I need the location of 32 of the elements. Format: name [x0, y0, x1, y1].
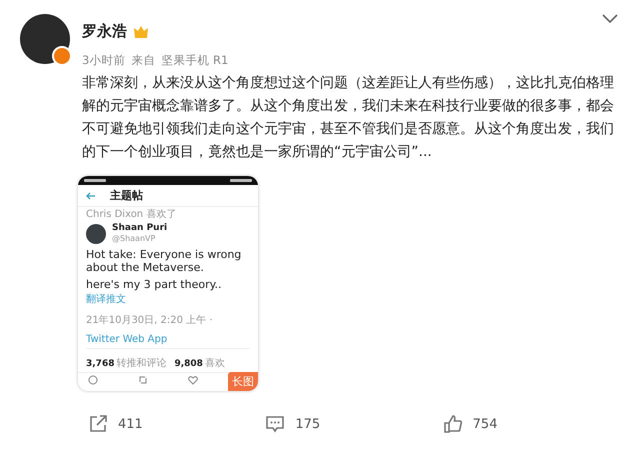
tweet-timestamp: 21年10月30日, 2:20 上午 · — [86, 315, 213, 326]
stat-label: 喜欢 — [204, 358, 225, 369]
repost-count[interactable]: 411 — [118, 416, 143, 432]
avatar — [86, 224, 106, 244]
thumbs-up-icon — [442, 414, 463, 434]
reply-icon — [88, 375, 98, 385]
tweet-text: here's my 3 part theory.. — [86, 278, 223, 291]
header-title: 主题帖 — [110, 188, 143, 203]
stat-count: 9,808 — [174, 359, 203, 369]
comment-count[interactable]: 175 — [295, 416, 320, 432]
author-name[interactable]: 罗永浩 — [82, 22, 127, 41]
retweet-icon — [138, 375, 148, 385]
crown-icon — [133, 24, 149, 38]
tweet-handle: @ShaanVP — [112, 233, 156, 245]
post-meta: 3小时前 — [82, 53, 126, 68]
stat-count: 3,768 — [86, 359, 114, 369]
heart-icon — [188, 375, 198, 385]
share-icon — [88, 414, 108, 434]
post-text: 非常深刻，从来没从这个角度想过这个问题（这差距让人有些伤感），这比扎克伯格理解的元宇宙概念靠谱多了。从这个角度出发，我们未来在科技行业要做的很多事，都会不可避免地引领我们走向这个元宇宙，甚至不管我们是否愿意。从这个角度出发，我们的下一个创业项目，竟然也是一家所谓的“元宇宙公司”... — [82, 74, 615, 162]
post-meta: 坚果手机 R1 — [161, 53, 228, 68]
stat-label: 转推和评论 — [116, 358, 166, 369]
verified-badge-icon — [52, 46, 72, 66]
chevron-down-icon[interactable] — [602, 14, 618, 24]
tweet-text: Hot take: Everyone is wrong about the Metaverse. — [86, 248, 242, 274]
back-arrow-icon — [86, 192, 96, 200]
post-meta: 来自 — [131, 53, 156, 68]
comment-icon — [265, 414, 286, 434]
like-count[interactable]: 754 — [472, 416, 498, 432]
liked-by-text: Chris Dixon 喜欢了 — [86, 209, 178, 221]
avatar[interactable] — [20, 14, 70, 64]
tweet-author: Shaan Puri — [112, 223, 168, 233]
long-image-badge: 长图 — [228, 372, 258, 391]
